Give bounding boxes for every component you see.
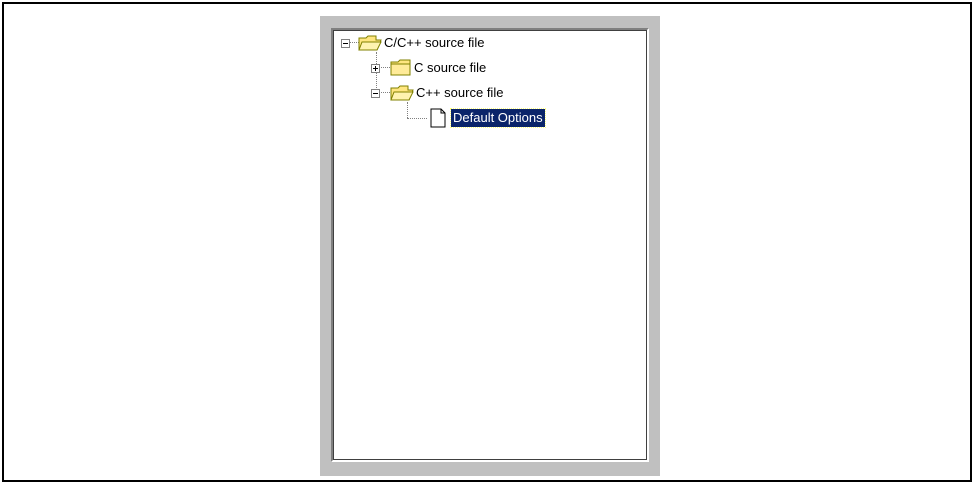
document-icon — [430, 108, 446, 128]
tree-node-c-source[interactable]: C source file — [371, 57, 488, 79]
expand-icon[interactable] — [371, 63, 380, 73]
collapse-icon[interactable] — [341, 38, 350, 48]
collapse-icon[interactable] — [371, 88, 380, 98]
tree-node-cpp-source-root[interactable]: C/C++ source file — [341, 32, 486, 54]
tree-node-label: C/C++ source file — [384, 35, 485, 50]
tree-node-cpp-source[interactable]: C++ source file — [371, 82, 505, 104]
tree-connector — [407, 102, 408, 118]
tree-connector — [407, 118, 427, 119]
tree-node-label: C++ source file — [416, 85, 504, 100]
tree-view[interactable]: C/C++ source file C source file C++ sour… — [331, 28, 649, 462]
folder-open-icon — [358, 35, 382, 51]
folder-closed-icon — [390, 59, 411, 76]
tree-node-label-selected: Default Options — [450, 108, 546, 128]
tree-node-default-options[interactable]: Default Options — [429, 107, 546, 129]
folder-open-icon — [390, 85, 414, 101]
tree-node-label: C source file — [414, 60, 487, 75]
